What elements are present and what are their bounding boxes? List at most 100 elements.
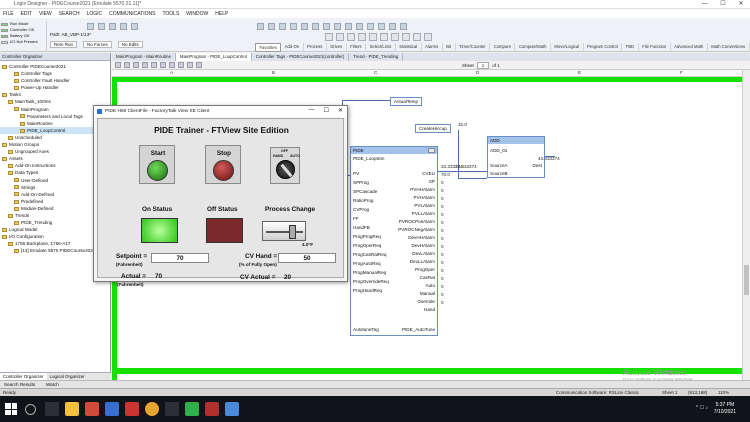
tab-controller-organizer[interactable]: Controller Organizer: [0, 373, 47, 380]
tab-select-limit[interactable]: Select/Limit: [366, 43, 396, 52]
input-ref-createhiccup[interactable]: CreateHiccup: [415, 124, 451, 133]
pide-pin-ratioprog[interactable]: RatioProg: [353, 198, 373, 203]
tree-item-controller-tags[interactable]: Controller Tags: [0, 70, 110, 77]
client-title-bar[interactable]: PIDE HMI ClientFile - FactoryTalk View S…: [94, 106, 347, 117]
app-icon-5[interactable]: [185, 402, 199, 416]
tab-fbd[interactable]: FBD: [622, 43, 639, 52]
tab-search-results[interactable]: Search Results: [4, 382, 35, 387]
pide-autotune-tag-value[interactable]: PIDE_AutoTune: [402, 327, 435, 332]
tab-drives[interactable]: Drives: [327, 43, 347, 52]
task-view-icon[interactable]: [45, 402, 59, 416]
process-change-slider[interactable]: [262, 221, 306, 241]
setpoint-input[interactable]: 70: [151, 253, 209, 263]
pide-pin-pvrocnegalarm[interactable]: PVROCNegAlarm: [398, 227, 435, 232]
pide-pin-auto[interactable]: Auto: [426, 283, 435, 288]
tree-item-fault-handler[interactable]: Controller Fault Handler: [0, 77, 110, 84]
pide-pin-devhhalarm[interactable]: DevHHAlarm: [408, 235, 435, 240]
menu-view[interactable]: VIEW: [39, 11, 52, 17]
mode-dropdown[interactable]: Rem Run: [50, 41, 78, 48]
tab-compare[interactable]: Compare: [490, 43, 516, 52]
pide-pin-progmanualreq[interactable]: ProgManualReq: [353, 270, 386, 275]
pide-block[interactable]: PIDE PIDE_LoopSim PV SPProg SPCascade Ra…: [350, 146, 438, 336]
cv-hand-input[interactable]: 50: [278, 253, 336, 263]
tab-trend[interactable]: Trend - PIDE_Trending: [349, 53, 404, 61]
tree-item-tasks[interactable]: Tasks: [0, 91, 110, 98]
pide-pin-progoverridereq[interactable]: ProgOverrideReq: [353, 279, 389, 284]
start-button[interactable]: Start: [139, 145, 175, 184]
pide-pin-pvhalarm[interactable]: PVHAlarm: [414, 195, 435, 200]
pide-pin-progoper[interactable]: ProgOper: [415, 267, 435, 272]
tab-bit[interactable]: Bit: [443, 43, 456, 52]
standard-toolbar-icons[interactable]: [257, 23, 407, 30]
minimize-button[interactable]: —: [696, 0, 714, 9]
tree-item-power-up-handler[interactable]: Power-Up Handler: [0, 84, 110, 91]
input-ref-actualtemp[interactable]: ActualTemp: [390, 97, 422, 106]
close-button[interactable]: ✕: [732, 0, 750, 9]
file-explorer-icon[interactable]: [65, 402, 79, 416]
tab-statistical[interactable]: Statistical: [396, 43, 422, 52]
maximize-button[interactable]: ☐: [714, 0, 732, 9]
taskbar-clock[interactable]: 5:37 PM 7/10/2021: [714, 402, 736, 416]
app-icon-4[interactable]: [165, 402, 179, 416]
scrollbar-thumb[interactable]: [744, 265, 749, 295]
tab-logical-organizer[interactable]: Logical Organizer: [47, 373, 88, 380]
menu-edit[interactable]: EDIT: [21, 11, 32, 17]
pide-pin-ff[interactable]: FF: [353, 216, 359, 221]
search-icon[interactable]: [25, 404, 36, 415]
client-maximize-button[interactable]: ☐: [324, 107, 329, 114]
tab-alarms[interactable]: Alarms: [422, 43, 443, 52]
add-pin-source-a[interactable]: SourceA: [488, 163, 508, 168]
pide-pin-override[interactable]: Override: [417, 299, 435, 304]
tab-move-logical[interactable]: Move/Logical: [551, 43, 584, 52]
pide-pin-cvprog[interactable]: CVProg: [353, 207, 369, 212]
fbd-element-icons[interactable]: [325, 33, 432, 41]
tab-add-on[interactable]: Add-On: [281, 43, 304, 52]
path-text[interactable]: Path: AB_VBP-1\13*: [50, 32, 91, 37]
sheet-number[interactable]: 1: [476, 62, 490, 69]
menu-tools[interactable]: TOOLS: [162, 11, 179, 17]
add-pin-dest[interactable]: Dest: [531, 163, 542, 168]
pide-pin-pvlalarm[interactable]: PVLAlarm: [414, 203, 435, 208]
system-tray[interactable]: ^ ☐ ♪: [696, 405, 708, 411]
pide-pin-pvrocposalarm[interactable]: PVROCPosAlarm: [399, 219, 435, 224]
app-icon-3[interactable]: [125, 402, 139, 416]
tab-math-conversions[interactable]: Math Conversions: [708, 43, 750, 52]
menu-file[interactable]: FILE: [3, 11, 14, 17]
pide-pin-progautoreq[interactable]: ProgAutoReq: [353, 261, 381, 266]
pide-pin-manual[interactable]: Manual: [420, 291, 435, 296]
menu-search[interactable]: SEARCH: [59, 11, 80, 17]
pide-properties-button[interactable]: [428, 148, 435, 153]
stop-button[interactable]: Stop: [205, 145, 241, 184]
pide-pin-spprog[interactable]: SPProg: [353, 180, 369, 185]
chrome-icon[interactable]: [145, 402, 159, 416]
pide-pin-pv[interactable]: PV: [353, 171, 359, 176]
tree-item-controller[interactable]: Controller PIDECourse2021: [0, 63, 110, 70]
pide-pin-progoperreq[interactable]: ProgOperReq: [353, 243, 381, 248]
app-icon-2[interactable]: [105, 402, 119, 416]
tab-advanced-math[interactable]: Advanced Math: [671, 43, 708, 52]
pide-pin-cveu[interactable]: CVEU: [422, 171, 435, 176]
vertical-scrollbar[interactable]: [742, 70, 750, 380]
pide-pin-devllalarm[interactable]: DevLLAlarm: [410, 259, 435, 264]
editor-toolbar-icons[interactable]: [115, 62, 202, 68]
pide-pin-proghandreq[interactable]: ProgHandReq: [353, 288, 382, 293]
tab-program-control[interactable]: Program Control: [584, 43, 623, 52]
tab-favorites[interactable]: Favorites: [255, 43, 282, 52]
tab-compute-math[interactable]: Compute/Math: [515, 43, 551, 52]
client-close-button[interactable]: ✕: [338, 107, 343, 114]
ftview-client-window[interactable]: PIDE HMI ClientFile - FactoryTalk View S…: [93, 105, 348, 287]
add-pin-source-b[interactable]: SourceB: [488, 171, 508, 176]
forces-dropdown[interactable]: No Forces: [83, 41, 112, 48]
menu-communications[interactable]: COMMUNICATIONS: [109, 11, 155, 17]
slider-thumb[interactable]: [288, 225, 296, 239]
tab-watch[interactable]: Watch: [46, 382, 59, 387]
pide-pin-devlalarm[interactable]: DevLAlarm: [412, 251, 435, 256]
add-block[interactable]: ADD ADD_01 SourceA SourceB Dest: [487, 136, 545, 178]
pide-pin-pvhhalarm[interactable]: PVHHAlarm: [410, 187, 435, 192]
menu-logic[interactable]: LOGIC: [87, 11, 103, 17]
app-icon-1[interactable]: [85, 402, 99, 416]
edits-dropdown[interactable]: No Edits: [117, 41, 143, 48]
tab-file-function[interactable]: File Function: [639, 43, 671, 52]
windows-start-icon[interactable]: [5, 403, 17, 415]
pide-pin-progcasratreq[interactable]: ProgCasRatReq: [353, 252, 386, 257]
